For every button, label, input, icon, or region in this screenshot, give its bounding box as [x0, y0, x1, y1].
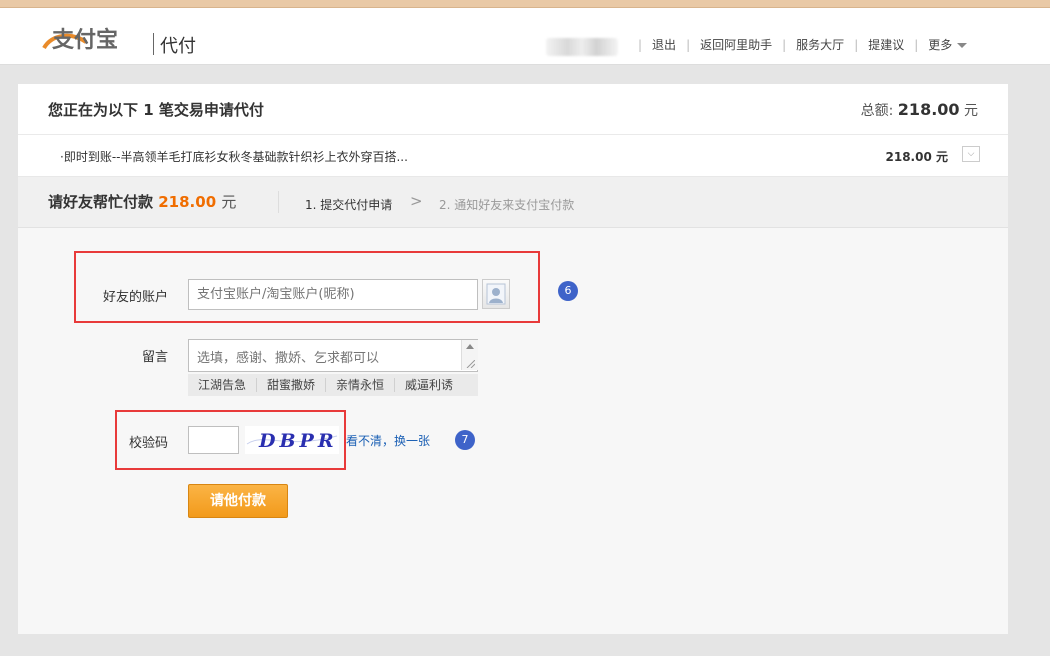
- site-header: 支付宝 代付 | 退出 | 返回阿里助手 | 服务大厅 | 提建议 | 更多: [0, 8, 1050, 65]
- step-divider: [278, 191, 279, 213]
- product-name: 代付: [160, 36, 196, 57]
- ask-amount: 218.00: [158, 193, 217, 211]
- item-title: ·即时到账--半高领羊毛打底衫女秋冬基础款针织衫上衣外穿百搭...: [60, 150, 408, 164]
- chevron-down-icon: [957, 43, 968, 48]
- quick-phrases: 江湖告急 甜蜜撒娇 亲情永恒 威逼利诱: [188, 374, 478, 396]
- scroll-up-icon: [466, 344, 474, 349]
- order-summary: 您正在为以下 1 笔交易申请代付 总额: 218.00 元: [18, 84, 1008, 135]
- annotation-badge-7: 7: [455, 430, 475, 450]
- order-total: 总额: 218.00 元: [860, 100, 978, 119]
- top-nav: | 退出 | 返回阿里助手 | 服务大厅 | 提建议 | 更多: [628, 36, 968, 53]
- message-textarea[interactable]: [188, 339, 478, 372]
- quick-phrase[interactable]: 江湖告急: [188, 378, 258, 392]
- contact-picker-button[interactable]: [482, 279, 510, 309]
- nav-more[interactable]: 更多: [928, 36, 968, 53]
- friend-account-input[interactable]: [188, 279, 478, 310]
- message-label: 留言: [141, 350, 168, 365]
- captcha-input[interactable]: [188, 426, 239, 454]
- step-1: 1. 提交代付申请: [305, 198, 393, 212]
- quick-phrase[interactable]: 亲情永恒: [326, 378, 396, 392]
- captcha-image[interactable]: DBPR: [245, 426, 339, 454]
- top-accent-bar: [0, 0, 1050, 8]
- logo-divider: [153, 33, 154, 55]
- friend-account-label: 好友的账户: [102, 290, 168, 305]
- quick-phrase[interactable]: 威逼利诱: [395, 378, 463, 392]
- order-item: ·即时到账--半高领羊毛打底衫女秋冬基础款针织衫上衣外穿百搭... 218.00…: [18, 135, 1008, 177]
- chevron-down-icon: ⌵: [967, 149, 975, 159]
- ask-friend-heading: 请好友帮忙付款 218.00 元: [48, 193, 237, 211]
- request-payment-button[interactable]: 请他付款: [188, 484, 288, 518]
- step-2: 2. 通知好友来支付宝付款: [439, 198, 575, 212]
- refresh-captcha-link[interactable]: 看不清，换一张: [346, 432, 430, 449]
- username-redacted: [546, 38, 618, 56]
- nav-logout[interactable]: 退出: [652, 36, 676, 53]
- svg-text:DBPR: DBPR: [258, 430, 338, 452]
- captcha-label: 校验码: [128, 436, 168, 451]
- contact-icon: [486, 283, 506, 305]
- steps-bar: 请好友帮忙付款 218.00 元 1. 提交代付申请 > 2. 通知好友来支付宝…: [18, 177, 1008, 228]
- annotation-badge-6: 6: [558, 281, 578, 301]
- item-price: 218.00 元: [885, 150, 949, 164]
- nav-service-hall[interactable]: 服务大厅: [796, 36, 844, 53]
- resize-grip-icon: [466, 360, 475, 368]
- svg-text:支付宝: 支付宝: [52, 27, 118, 53]
- nav-feedback[interactable]: 提建议: [868, 36, 904, 53]
- quick-phrase[interactable]: 甜蜜撒娇: [257, 378, 327, 392]
- message-scrollbar[interactable]: [461, 340, 478, 370]
- page-title: 您正在为以下 1 笔交易申请代付: [48, 101, 264, 119]
- nav-back-to-assistant[interactable]: 返回阿里助手: [700, 36, 772, 53]
- step-arrow: >: [410, 192, 423, 210]
- alipay-logo[interactable]: 支付宝: [38, 20, 150, 56]
- expand-toggle[interactable]: ⌵: [962, 146, 980, 162]
